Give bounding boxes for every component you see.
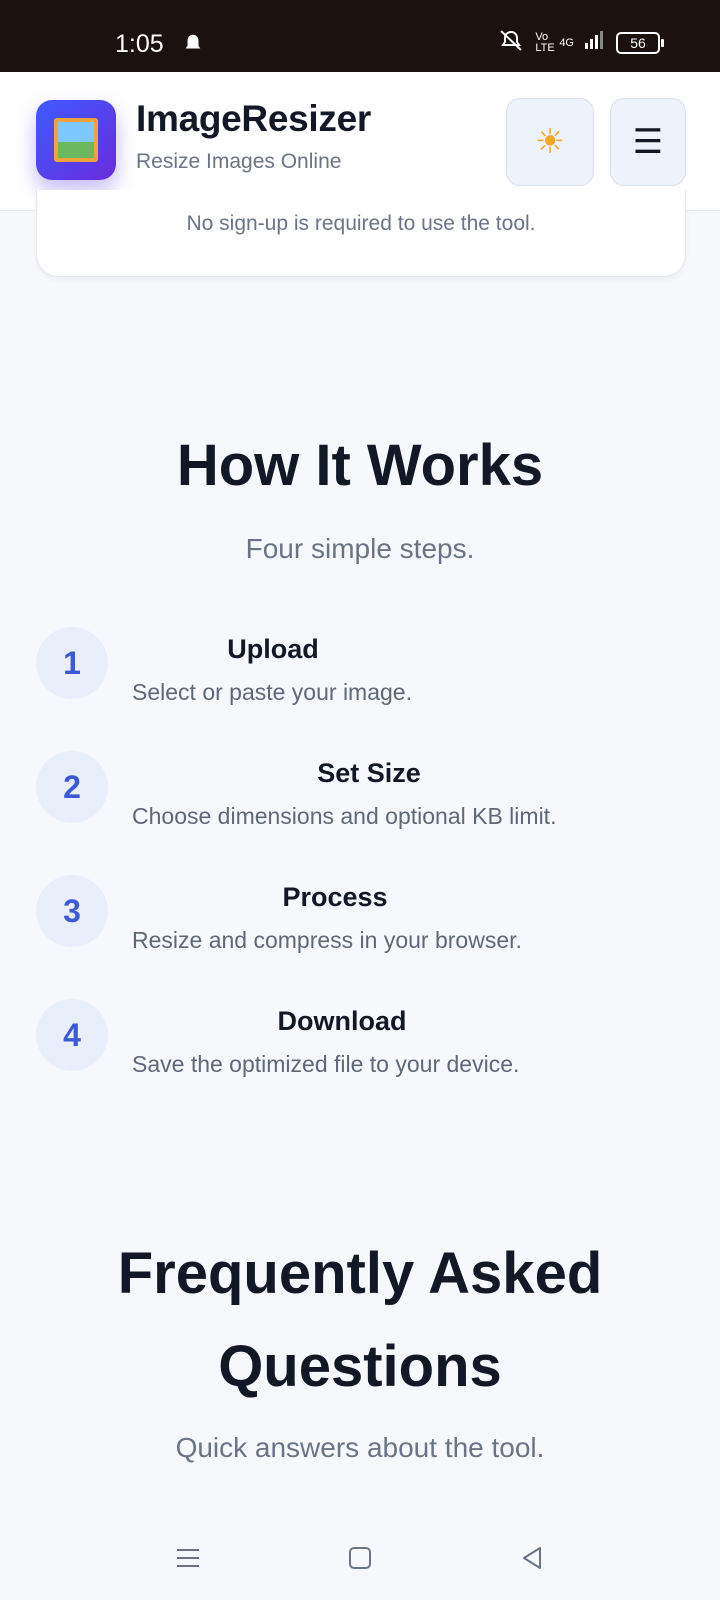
recent-apps-icon[interactable] — [174, 1544, 202, 1577]
step-number-4: 4 — [36, 999, 108, 1071]
step-desc-4: Save the optimized file to your device. — [132, 1051, 520, 1077]
theme-toggle-button[interactable]: ☀ — [506, 98, 594, 186]
picture-icon — [54, 118, 98, 162]
step-desc-2: Choose dimensions and optional KB limit. — [132, 803, 557, 829]
status-time: 1:05 — [115, 30, 164, 58]
status-bar: 1:05 Vo LTE 4G 56 — [0, 0, 720, 72]
app-title[interactable]: ImageResizer — [136, 98, 371, 140]
info-card: No sign-up is required to use the tool. — [36, 190, 686, 277]
app-logo[interactable] — [36, 100, 116, 180]
system-nav-bar — [0, 1520, 720, 1600]
sun-icon: ☀ — [534, 123, 566, 161]
faq-subtitle: Quick answers about the tool. — [175, 1432, 545, 1463]
status-icons: Vo LTE 4G 56 — [497, 28, 664, 57]
step-number-1: 1 — [36, 627, 108, 699]
step-title-4: Download — [277, 1006, 407, 1036]
step-title-1: Upload — [227, 634, 319, 664]
faq-title-line-1: Frequently Asked — [117, 1241, 603, 1306]
info-card-text: No sign-up is required to use the tool. — [186, 212, 536, 235]
how-it-works-subtitle: Four simple steps. — [245, 533, 475, 564]
step-desc-1: Select or paste your image. — [132, 679, 412, 705]
volte-label: Vo LTE — [535, 30, 555, 54]
signal-icon — [584, 30, 606, 55]
step-title-3: Process — [282, 882, 388, 912]
battery-icon: 56 — [616, 31, 664, 54]
step-desc-3: Resize and compress in your browser. — [132, 927, 522, 953]
hamburger-icon: ☰ — [632, 123, 664, 161]
step-title-2: Set Size — [317, 758, 421, 788]
network-label: 4G — [559, 36, 574, 49]
home-icon[interactable] — [346, 1544, 374, 1577]
step-number-3: 3 — [36, 875, 108, 947]
menu-button[interactable]: ☰ — [610, 98, 686, 186]
how-it-works-title: How It Works — [176, 433, 544, 498]
faq-title-line-2: Questions — [218, 1334, 502, 1399]
app-tagline: Resize Images Online — [136, 150, 342, 173]
notification-bell-icon — [182, 32, 204, 59]
mute-icon — [497, 28, 525, 57]
step-number-2: 2 — [36, 751, 108, 823]
back-icon[interactable] — [518, 1544, 546, 1577]
